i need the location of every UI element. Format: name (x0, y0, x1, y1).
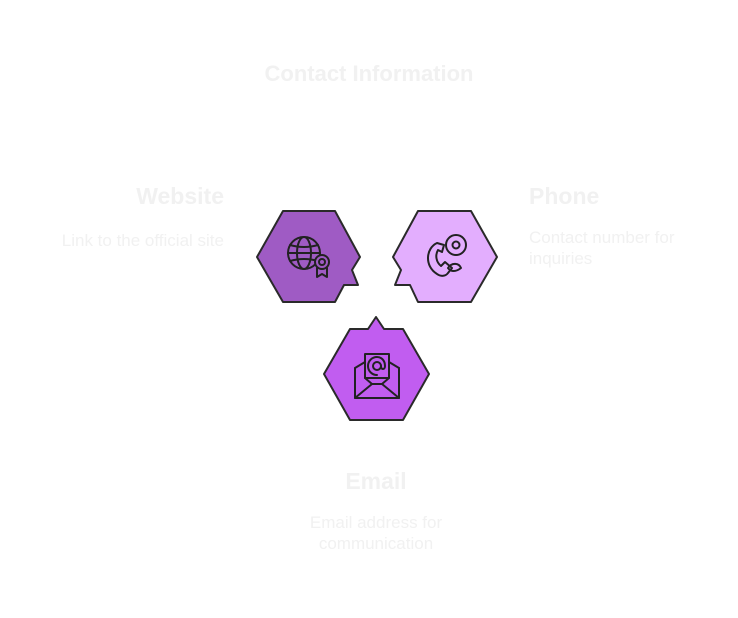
hexagon-diagram (256, 210, 498, 421)
website-hexagon (256, 210, 361, 303)
email-hexagon (323, 316, 430, 421)
phone-hexagon (392, 210, 498, 303)
